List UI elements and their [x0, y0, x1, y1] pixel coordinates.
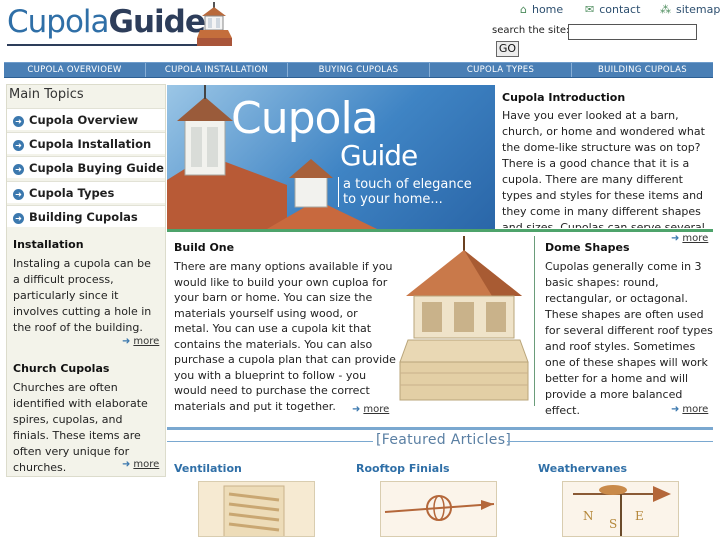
home-icon: ⌂	[520, 3, 527, 16]
sidebar-item-cupola-types[interactable]: ➜ Cupola Types	[7, 181, 165, 203]
main-topics-title: Main Topics	[9, 87, 84, 102]
sidebar-item-label: Building Cupolas	[29, 210, 138, 224]
build-one-text: There are many options available if you …	[174, 260, 396, 413]
church-cupolas-heading: Church Cupolas	[13, 362, 110, 375]
intro-heading: Cupola Introduction	[502, 91, 626, 104]
featured-title-text: Featured Articles	[381, 432, 506, 448]
svg-text:N: N	[583, 509, 594, 523]
sitemap-link-label: sitemap	[676, 3, 721, 16]
hero-tagline: a touch of elegance to your home...	[338, 177, 472, 207]
svg-text:E: E	[635, 509, 644, 523]
more-label: more	[133, 336, 160, 347]
contact-link-label: contact	[599, 3, 641, 16]
more-label: more	[133, 459, 160, 470]
logo-text-cupola: Cupola	[7, 4, 110, 40]
copper-finial-image	[381, 482, 496, 536]
arrow-bullet-icon: ➜	[13, 189, 24, 200]
sidebar-item-cupola-installation[interactable]: ➜ Cupola Installation	[7, 132, 165, 154]
featured-line-left	[167, 441, 373, 442]
ventilation-image[interactable]	[198, 481, 315, 537]
svg-text:S: S	[609, 517, 617, 531]
site-logo[interactable]: CupolaGuide	[7, 2, 232, 48]
sidebar-item-label: Cupola Buying Guide	[29, 161, 164, 175]
nav-buying-cupolas[interactable]: BUYING CUPOLAS	[288, 63, 430, 77]
featured-rooftop-finials-link[interactable]: Rooftop Finials	[356, 462, 450, 475]
arrow-right-icon: ➜	[352, 404, 361, 415]
envelope-icon: ✉	[585, 3, 595, 16]
hero-subtitle: Guide	[340, 139, 418, 172]
build-more-link[interactable]: ➜ more	[352, 404, 389, 415]
search-label: search the site:	[492, 25, 570, 36]
sidebar-item-building-cupolas[interactable]: ➜ Building Cupolas	[7, 205, 165, 227]
weathervane-image: N S E	[563, 482, 678, 536]
featured-weathervanes-link[interactable]: Weathervanes	[538, 462, 627, 475]
sidebar-item-label: Cupola Types	[29, 186, 115, 200]
more-label: more	[682, 233, 709, 244]
more-label: more	[363, 404, 390, 415]
featured-articles-header: [Featured Articles]	[167, 432, 713, 452]
featured-ventilation-link[interactable]: Ventilation	[174, 462, 242, 475]
featured-line-right	[507, 441, 713, 442]
copper-cupola-image	[399, 236, 529, 401]
dome-shapes-text: Cupolas generally come in 3 basic shapes…	[545, 260, 713, 417]
cupola-logo-icon	[197, 2, 232, 46]
church-more-link[interactable]: ➜ more	[122, 459, 159, 470]
installation-text: Instaling a cupola can be a difficult pr…	[13, 257, 152, 334]
hero-title: Cupola	[231, 93, 379, 144]
arrow-bullet-icon: ➜	[13, 213, 24, 224]
louvered-vent-image	[199, 482, 314, 536]
arrow-right-icon: ➜	[122, 336, 131, 347]
nav-cupola-types[interactable]: CUPOLA TYPES	[430, 63, 572, 77]
arrow-right-icon: ➜	[671, 404, 680, 415]
arrow-right-icon: ➜	[122, 459, 131, 470]
hero-banner: Cupola Guide a touch of elegance to your …	[167, 85, 495, 229]
sitemap-icon: ⁂	[660, 3, 671, 16]
nav-cupola-overview[interactable]: CUPOLA OVERVIOEW	[4, 63, 146, 77]
sidebar-item-cupola-overview[interactable]: ➜ Cupola Overview	[7, 108, 165, 130]
main-navbar: CUPOLA OVERVIOEW CUPOLA INSTALLATION BUY…	[4, 62, 713, 78]
home-link[interactable]: ⌂ home	[520, 3, 563, 16]
rooftop-finials-image[interactable]	[380, 481, 497, 537]
featured-divider	[167, 427, 713, 430]
contact-link[interactable]: ✉ contact	[585, 3, 640, 16]
sitemap-link[interactable]: ⁂ sitemap	[660, 3, 720, 16]
go-button[interactable]: GO	[496, 41, 519, 57]
home-link-label: home	[531, 3, 564, 16]
intro-more-link[interactable]: ➜ more	[671, 233, 708, 244]
more-label: more	[682, 404, 709, 415]
dome-more-link[interactable]: ➜ more	[671, 404, 708, 415]
hero-tagline-line1: a touch of elegance	[343, 177, 472, 192]
sidebar-item-cupola-buying-guide[interactable]: ➜ Cupola Buying Guide	[7, 156, 165, 178]
dome-shapes-heading: Dome Shapes	[545, 241, 630, 254]
installation-more-link[interactable]: ➜ more	[122, 336, 159, 347]
nav-cupola-installation[interactable]: CUPOLA INSTALLATION	[146, 63, 288, 77]
intro-text: Have you ever looked at a barn, church, …	[502, 109, 705, 228]
search-input[interactable]	[568, 24, 697, 40]
weathervanes-image[interactable]: N S E	[562, 481, 679, 537]
arrow-bullet-icon: ➜	[13, 140, 24, 151]
hero-tagline-line2: to your home...	[343, 192, 443, 207]
nav-building-cupolas[interactable]: BUILDING CUPOLAS	[572, 63, 713, 77]
sidebar-item-label: Cupola Overview	[29, 113, 139, 127]
arrow-bullet-icon: ➜	[13, 164, 24, 175]
arrow-right-icon: ➜	[671, 233, 680, 244]
build-one-heading: Build One	[174, 241, 235, 254]
arrow-bullet-icon: ➜	[13, 116, 24, 127]
featured-articles-title: [Featured Articles]	[376, 432, 512, 448]
sidebar-item-label: Cupola Installation	[29, 137, 152, 151]
section-divider	[167, 229, 713, 232]
logo-text-guide: Guide	[108, 4, 206, 40]
logo-underline	[7, 44, 197, 46]
installation-heading: Installation	[13, 238, 84, 251]
column-divider	[534, 236, 535, 406]
